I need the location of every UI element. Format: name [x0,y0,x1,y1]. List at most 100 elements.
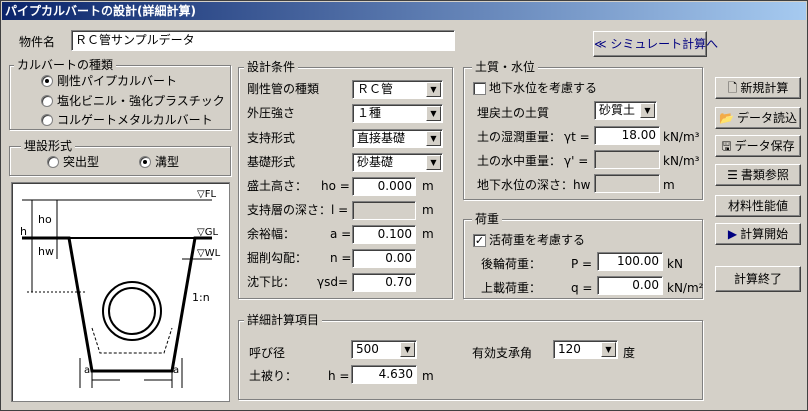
radio-corrugated[interactable] [41,114,53,126]
chevron-down-icon[interactable]: ▼ [400,342,415,357]
simulate-button[interactable]: ≪ シミュレート計算へ [593,31,718,57]
cover-input[interactable]: 4.630 [351,365,417,384]
live-load-check-label: 活荷重を考慮する [489,233,586,247]
radio-projection[interactable] [47,156,59,168]
soil-title: 土質・水位 [472,60,539,74]
gw-depth-input[interactable] [594,174,660,193]
diameter-label: 呼び径 [249,346,286,360]
margin-input[interactable]: 0.100 [352,225,416,244]
main-window: パイプカルバートの設計(詳細計算) 物件名 ＲＣ管サンプルデータ ≪ シミュレー… [0,0,808,411]
chevron-down-icon[interactable]: ▼ [640,103,655,118]
radio-trench[interactable] [139,156,151,168]
radio-pvc-frp[interactable] [41,95,53,107]
backfill-select[interactable]: 砂質土 ▼ [594,101,657,120]
wet-weight-sym: γt = [564,130,590,144]
external-pressure-select[interactable]: １種 ▼ [352,104,443,123]
wet-weight-label: 土の湿潤重量： [477,130,562,144]
wet-weight-input[interactable]: 18.00 [594,126,660,145]
load-data-label: データ読込 [736,111,797,125]
rear-wheel-input[interactable]: 100.00 [597,252,663,271]
radio-rigid-pipe[interactable] [41,75,53,87]
surcharge-label: 上載荷重： [481,281,542,295]
radio-corrugated-label: コルゲートメタルカルバート [57,113,213,127]
fill-height-label: 盛土高さ： [247,179,308,193]
angle-select[interactable]: 120 ▼ [553,340,618,359]
chevron-down-icon[interactable]: ▼ [426,155,441,170]
ho-label: ho [38,213,52,226]
pipe-type-select[interactable]: ＲＣ管 ▼ [352,80,443,99]
sub-weight-unit: kN/m³ [663,154,700,168]
project-name-input[interactable]: ＲＣ管サンプルデータ [71,30,455,51]
slope-input[interactable]: 0.00 [352,249,416,268]
live-load-checkbox[interactable]: ✓ [473,234,486,247]
start-calc-label: 計算開始 [740,227,789,241]
play-arrow-icon: ▶ [727,227,738,241]
a-right-label: a [173,365,179,376]
radio-trench-label: 溝型 [155,155,180,169]
gw-depth-unit: m [663,178,675,192]
a-left-label: a [84,365,90,376]
support-label: 支持形式 [247,131,296,145]
chevron-down-icon[interactable]: ▼ [426,106,441,121]
cover-label: 土被り： [249,369,298,383]
save-data-button[interactable]: 🖫 データ保存 [715,135,801,157]
diameter-value: 500 [356,342,379,356]
rear-wheel-label: 後輪荷重： [481,257,542,271]
chevron-down-icon[interactable]: ▼ [601,342,616,357]
load-title: 荷重 [472,212,503,226]
slope-input-label: 掘削勾配： [247,251,308,265]
reference-label: 書類参照 [740,168,789,182]
start-calc-button[interactable]: ▶ 計算開始 [715,223,801,245]
end-calc-label: 計算終了 [733,272,782,286]
fill-height-unit: m [422,179,434,193]
sub-weight-input[interactable] [594,150,660,169]
end-calc-button[interactable]: 計算終了 [715,266,801,292]
save-data-label: データ保存 [734,139,795,153]
wl-label: ▽WL [197,248,221,259]
groundwater-checkbox[interactable] [473,82,486,95]
settlement-sym: γsd= [317,275,349,289]
surcharge-input[interactable]: 0.00 [597,276,663,295]
fill-height-input[interactable]: 0.000 [352,177,416,196]
settlement-input[interactable]: 0.70 [352,273,416,292]
surcharge-unit: kN/m² [667,281,704,295]
sub-weight-sym: γ' = [564,154,589,168]
support-value: 直接基礎 [357,131,406,145]
list-icon: ☰ [727,168,738,182]
culvert-type-title: カルバートの種類 [14,58,117,72]
gl-label: ▽GL [197,227,218,238]
foundation-value: 砂基礎 [357,155,394,169]
backfill-value: 砂質土 [599,103,636,117]
hw-label: hw [38,245,54,258]
settlement-label: 沈下比： [247,275,296,289]
pipe-type-value: ＲＣ管 [357,82,394,96]
burial-title: 埋設形式 [21,139,76,153]
radio-rigid-pipe-label: 剛性パイプカルバート [57,74,178,88]
floppy-icon: 🖫 [721,139,732,153]
h-label: h [20,225,27,238]
fl-label: ▽FL [197,189,216,200]
detail-title: 詳細計算項目 [244,313,323,327]
project-label: 物件名 [19,35,56,49]
chevron-down-icon[interactable]: ▼ [426,131,441,146]
radio-pvc-frp-label: 塩化ビニル・強化プラスチック [57,94,225,108]
new-calc-label: 新規計算 [740,81,789,95]
load-data-button[interactable]: 📂 データ読込 [715,107,801,129]
reference-button[interactable]: ☰ 書類参照 [715,164,801,186]
material-button[interactable]: 材料性能値 [715,195,801,217]
foundation-select[interactable]: 砂基礎 ▼ [352,153,443,172]
slope-sym: n = [330,251,352,265]
window-title: パイプカルバートの設計(詳細計算) [2,2,806,20]
external-pressure-label: 外圧強さ [247,106,296,120]
surcharge-sym: q = [571,281,593,295]
support-select[interactable]: 直接基礎 ▼ [352,129,443,148]
backfill-label: 埋戻土の土質 [477,106,550,120]
new-calc-button[interactable]: 🗋 新規計算 [715,77,801,99]
support-depth-input[interactable] [352,201,416,220]
sub-weight-label: 土の水中重量： [477,154,562,168]
diameter-select[interactable]: 500 ▼ [351,340,417,359]
support-depth-sym: l = [331,203,349,217]
chevron-down-icon[interactable]: ▼ [426,82,441,97]
trench-diagram-svg: ▽FL ▽GL ▽WL h ho hw 1:n a a [20,189,221,388]
support-depth-label: 支持層の深さ： [247,203,332,217]
